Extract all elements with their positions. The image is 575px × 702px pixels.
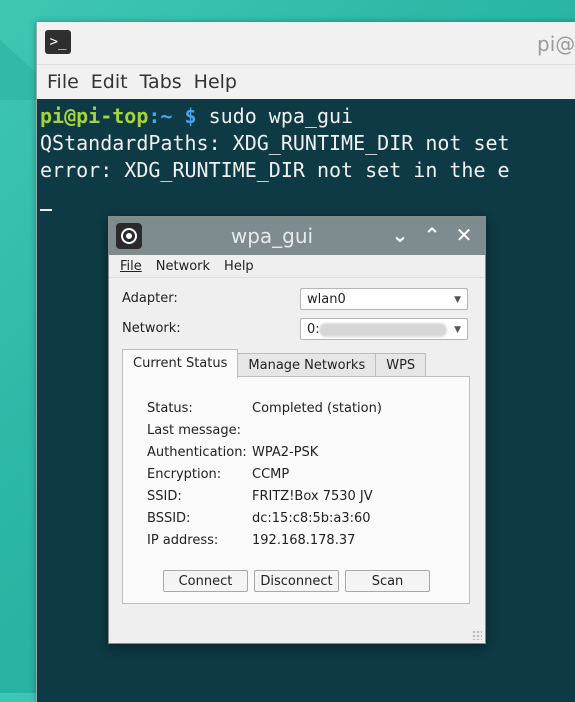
wpa-gui-titlebar[interactable]: wpa_gui ⌄ ⌃ ✕ [109,217,485,255]
bssid-value: dc:15:c8:5b:a3:60 [252,511,371,526]
terminal-icon: >_ [45,30,71,54]
ssid-value: FRITZ!Box 7530 JV [252,489,373,504]
menu-help[interactable]: Help [194,71,237,93]
prompt-user: pi@pi-top [40,104,149,128]
resize-grip[interactable] [472,630,482,640]
wpa-gui-menubar: File Network Help [109,255,485,278]
network-value: 0: [307,322,320,337]
command-line: pi@pi-top:~ $ sudo wpa_gui [40,103,575,130]
menu-help[interactable]: Help [224,259,254,274]
command-text: sudo wpa_gui [196,104,354,128]
status-value: Completed (station) [252,401,382,416]
menu-edit[interactable]: Edit [91,71,128,93]
encryption-label: Encryption: [147,467,222,482]
text-cursor [40,209,52,211]
minimize-icon[interactable]: ⌄ [389,222,411,248]
status-label: Status: [147,401,193,416]
encryption-value: CCMP [252,467,290,482]
bssid-label: BSSID: [147,511,191,526]
connect-button[interactable]: Connect [163,570,248,592]
output-line: error: XDG_RUNTIME_DIR not set in the e [40,158,510,182]
desktop-background-shape [0,40,40,100]
adapter-label: Adapter: [122,291,178,306]
scan-button[interactable]: Scan [345,570,430,592]
ip-address-value: 192.168.178.37 [252,533,356,548]
maximize-icon[interactable]: ⌃ [421,222,443,248]
terminal-titlebar[interactable]: >_ pi@pi-top: ~ [37,22,575,65]
ssid-label: SSID: [147,489,182,504]
chevron-down-icon: ▼ [454,325,461,335]
last-message-label: Last message: [147,423,242,438]
adapter-value: wlan0 [307,292,346,307]
menu-tabs[interactable]: Tabs [140,71,182,93]
tab-manage-networks[interactable]: Manage Networks [237,353,377,378]
output-line: QStandardPaths: XDG_RUNTIME_DIR not set [40,131,510,155]
chevron-down-icon: ▼ [454,295,461,305]
adapter-select[interactable]: wlan0 ▼ [300,288,468,310]
disconnect-button[interactable]: Disconnect [254,570,339,592]
tab-wps[interactable]: WPS [375,353,427,378]
current-status-panel: Status: Completed (station) Last message… [122,376,470,604]
menu-file[interactable]: File [47,71,79,93]
network-select[interactable]: 0: ▼ [300,318,468,340]
terminal-output[interactable]: pi@pi-top:~ $ sudo wpa_gui QStandardPaths… [37,99,575,211]
menu-file[interactable]: File [120,259,142,274]
network-label: Network: [122,321,181,336]
redacted-network-name [319,323,447,337]
prompt-path: :~ $ [148,104,197,128]
menu-network[interactable]: Network [156,259,210,274]
tab-bar: Current Status Manage Networks WPS [122,349,427,378]
terminal-menubar: File Edit Tabs Help [37,65,575,99]
close-icon[interactable]: ✕ [453,222,475,248]
authentication-label: Authentication: [147,445,247,460]
wpa-gui-window[interactable]: wpa_gui ⌄ ⌃ ✕ File Network Help Adapter:… [108,216,486,644]
tab-current-status[interactable]: Current Status [122,349,239,378]
ip-address-label: IP address: [147,533,219,548]
terminal-title: pi@pi-top: ~ [537,32,575,56]
authentication-value: WPA2-PSK [252,445,319,460]
